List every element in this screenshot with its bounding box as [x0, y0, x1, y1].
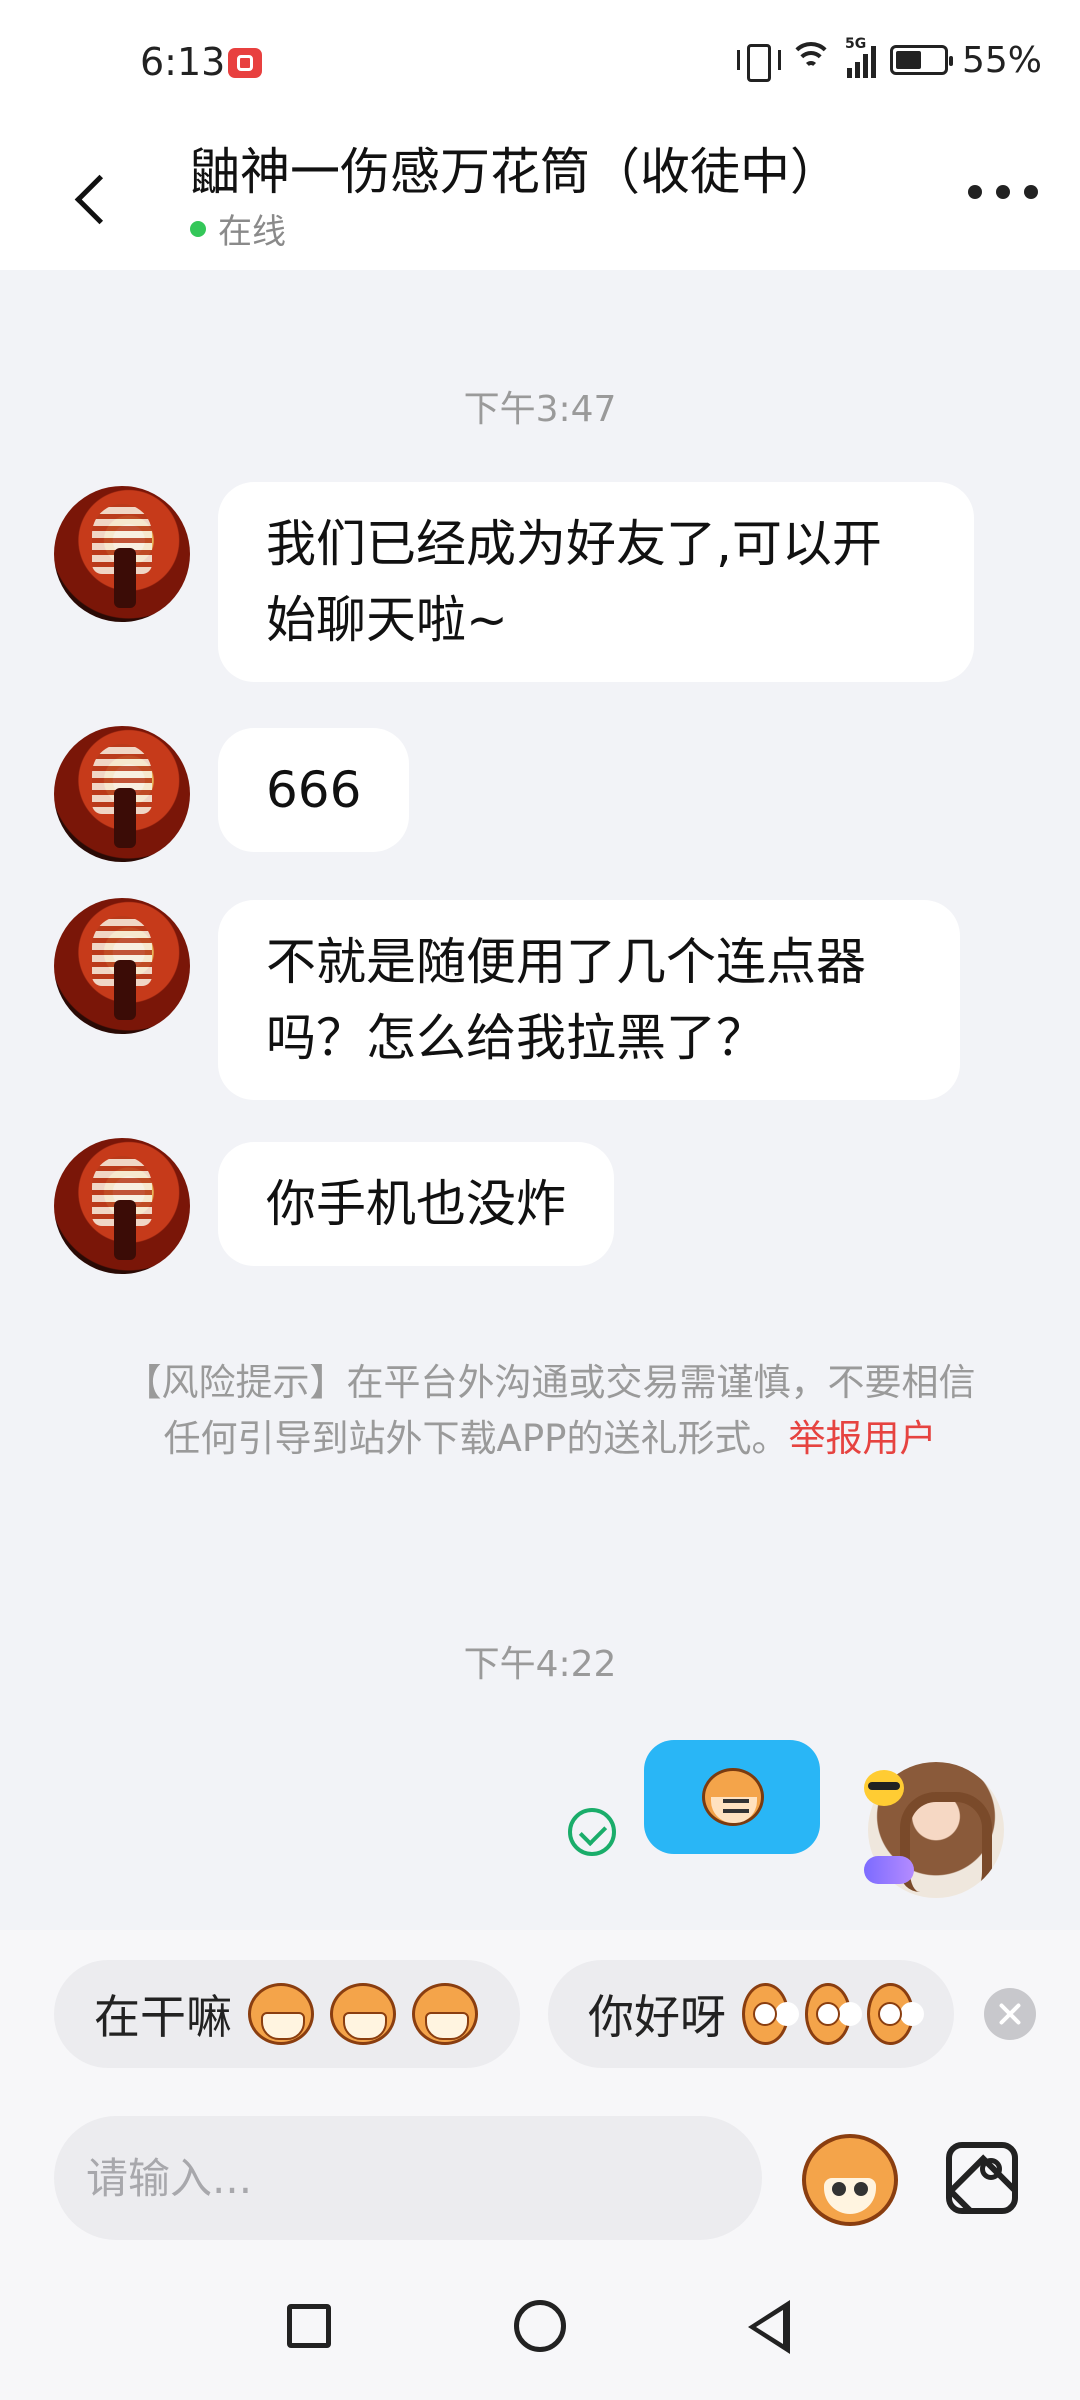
quick-reply-label: 你好呀 — [588, 1990, 726, 2044]
message-line: 吗？怎么给我拉黑了？ — [266, 1009, 766, 1067]
online-status: 在线 — [190, 204, 286, 253]
home-icon[interactable] — [514, 2300, 566, 2352]
status-icons: 5G 55% — [736, 36, 1042, 82]
input-bar — [0, 2090, 1080, 2260]
message-bubble[interactable]: 我们已经成为好友了,可以开 始聊天啦~ — [218, 482, 974, 682]
message-line: 你手机也没炸 — [266, 1175, 566, 1233]
network-type: 5G — [844, 36, 867, 52]
message-bubble[interactable]: 不就是随便用了几个连点器 吗？怎么给我拉黑了？ — [218, 900, 960, 1100]
chat-header: 鼬神一伤感万花筒（收徒中） 在线 — [0, 130, 1080, 270]
signal-icon: 5G — [845, 36, 876, 78]
message-line: 666 — [266, 761, 362, 819]
back-arrow-icon[interactable] — [68, 160, 128, 230]
message-bubble[interactable]: 你手机也没炸 — [218, 1142, 614, 1266]
status-bar: 6:13 5G 55% — [0, 0, 1080, 130]
contact-name: 鼬神一伤感万花筒（收徒中） — [190, 143, 840, 201]
emoji-button-icon[interactable] — [802, 2134, 898, 2226]
message-line: 不就是随便用了几个连点器 — [266, 933, 866, 991]
contact-avatar[interactable] — [54, 726, 190, 862]
monkey-sticker-icon — [702, 1768, 764, 1826]
grin-emoji-icon — [330, 1983, 396, 2045]
smile-emoji-icon — [742, 1983, 789, 2045]
quick-reply-chip[interactable]: 你好呀 — [548, 1960, 954, 2068]
report-user-link[interactable]: 举报用户 — [788, 1417, 936, 1460]
system-nav-bar — [0, 2260, 1080, 2400]
quick-reply-chip[interactable]: 在干嘛 — [54, 1960, 520, 2068]
timestamp: 下午3:47 — [463, 389, 617, 430]
vibrate-icon — [736, 40, 781, 82]
timestamp: 下午4:22 — [463, 1644, 617, 1685]
message-line: 我们已经成为好友了,可以开 — [266, 515, 882, 573]
smile-emoji-icon — [867, 1983, 915, 2045]
battery-percent: 55% — [961, 39, 1042, 81]
smile-emoji-icon — [804, 1983, 852, 2045]
image-picker-icon[interactable] — [946, 2142, 1018, 2214]
gamepad-badge-icon — [864, 1856, 914, 1884]
sent-check-icon — [568, 1808, 616, 1856]
more-options-icon[interactable] — [968, 172, 1038, 212]
online-status-text: 在线 — [218, 212, 286, 252]
grin-emoji-icon — [248, 1983, 314, 2045]
battery-icon — [889, 45, 953, 75]
recent-apps-icon[interactable] — [287, 2304, 331, 2348]
sunglasses-badge-icon — [864, 1770, 904, 1806]
status-time: 6:13 — [140, 40, 226, 84]
message-input[interactable] — [54, 2116, 762, 2240]
online-dot-icon — [190, 220, 206, 237]
risk-notice: 【风险提示】在平台外沟通或交易需谨慎，不要相信任何引导到站外下载APP的送礼形式… — [110, 1355, 990, 1467]
my-sticker-message[interactable] — [644, 1740, 820, 1854]
quick-reply-label: 在干嘛 — [94, 1990, 232, 2044]
grin-emoji-icon — [412, 1983, 478, 2045]
quick-reply-bar: 在干嘛 你好呀 — [0, 1930, 1080, 2090]
contact-avatar[interactable] — [54, 898, 190, 1034]
wifi-icon — [788, 40, 833, 80]
message-bubble[interactable]: 666 — [218, 728, 410, 852]
close-quick-replies-icon[interactable] — [984, 1988, 1036, 2040]
contact-avatar[interactable] — [54, 1138, 190, 1274]
contact-avatar[interactable] — [54, 486, 190, 622]
system-back-icon[interactable] — [748, 2300, 790, 2354]
screen-record-icon — [228, 48, 262, 78]
message-line: 始聊天啦~ — [266, 591, 508, 649]
chat-area[interactable]: 下午3:47 我们已经成为好友了,可以开 始聊天啦~ 666 不就是随便用了几个… — [0, 270, 1080, 1930]
